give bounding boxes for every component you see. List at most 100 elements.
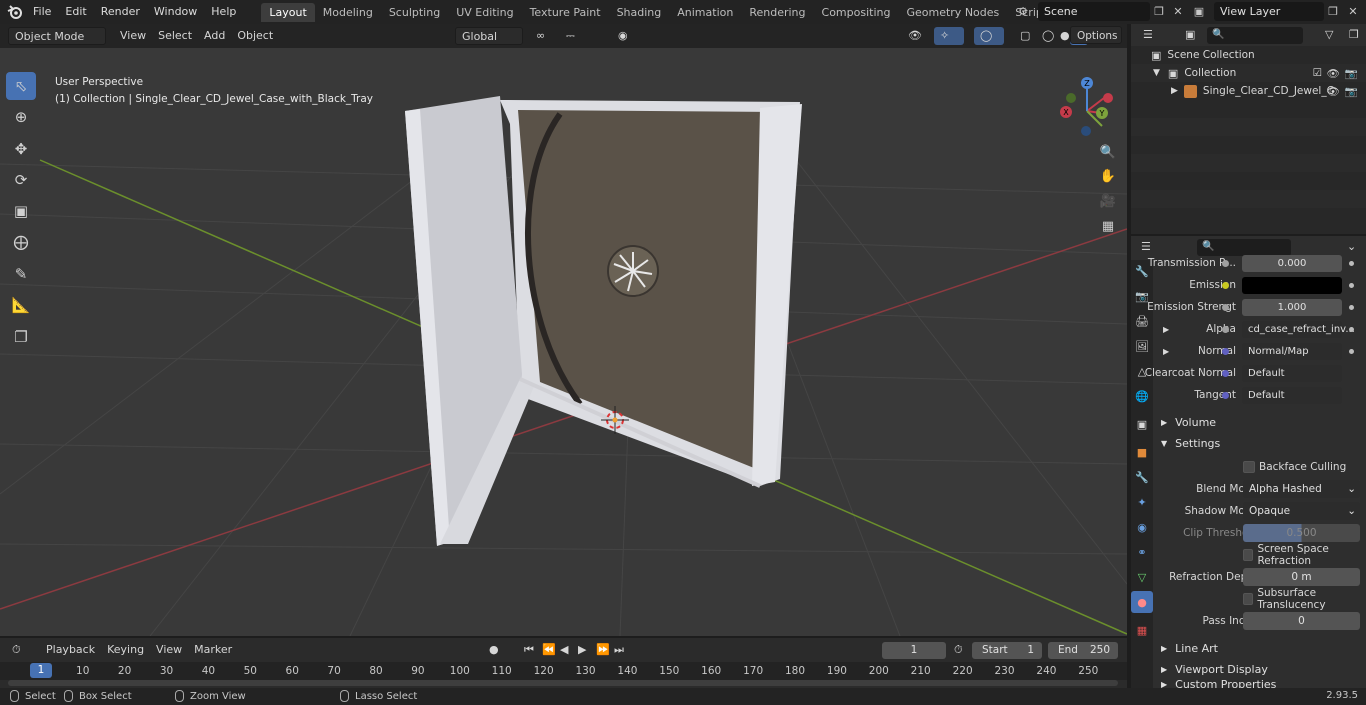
output-tab-icon[interactable]: 🖨 <box>1131 310 1153 332</box>
render-camera-icon[interactable]: 📷 <box>1345 67 1358 80</box>
tab-texture-paint[interactable]: Texture Paint <box>522 3 609 22</box>
cursor-tool-icon[interactable]: ⊕ <box>6 103 36 131</box>
scale-tool-icon[interactable]: ▣ <box>6 197 36 225</box>
texture-tab-icon[interactable]: ▦ <box>1131 619 1153 641</box>
menu-file[interactable]: File <box>26 2 58 22</box>
menu-keying[interactable]: Keying <box>101 641 150 659</box>
emission-color-field[interactable] <box>1242 276 1342 294</box>
screen-space-refraction-checkbox[interactable]: Screen Space Refraction <box>1243 543 1366 567</box>
material-tab-icon[interactable]: ● <box>1131 591 1153 613</box>
clearcoat-normal-field[interactable]: Default <box>1242 364 1342 382</box>
world-tab-icon[interactable]: 🌐 <box>1131 385 1153 407</box>
scene-selector-icon[interactable]: ⚙ <box>1014 3 1032 21</box>
section-settings[interactable]: ▼ Settings <box>1153 433 1366 453</box>
visibility-icon[interactable]: 👁 <box>902 27 928 45</box>
subsurface-translucency-checkbox[interactable]: Subsurface Translucency <box>1243 587 1366 611</box>
annotate-tool-icon[interactable]: ✎ <box>6 260 36 288</box>
menu-object[interactable]: Object <box>231 27 279 45</box>
delete-view-layer-icon[interactable]: ✕ <box>1344 3 1362 21</box>
transform-tool-icon[interactable]: ⨁ <box>6 228 36 256</box>
record-icon[interactable]: ● <box>483 641 513 659</box>
refraction-depth-field[interactable]: 0 m <box>1243 568 1360 586</box>
overlays-toggle-icon[interactable]: ◯ <box>974 27 1004 45</box>
socket-icon[interactable] <box>1222 391 1229 399</box>
socket-icon[interactable] <box>1222 281 1229 289</box>
backface-culling-checkbox[interactable]: Backface Culling <box>1243 461 1346 473</box>
pan-hand-icon[interactable]: ✋ <box>1097 165 1119 187</box>
tab-geometry-nodes[interactable]: Geometry Nodes <box>898 3 1007 22</box>
filter-icon[interactable]: ▽ <box>1319 26 1341 44</box>
proportional-edit-icon[interactable]: ◉ <box>612 27 652 45</box>
menu-select[interactable]: Select <box>152 27 198 45</box>
outliner-row-scene-collection[interactable]: ▣ Scene Collection <box>1131 46 1366 64</box>
new-scene-icon[interactable]: ❐ <box>1150 3 1168 21</box>
transmission-roughness-field[interactable]: 0.000 <box>1242 254 1342 272</box>
expand-chevron-icon[interactable]: ▼ <box>1153 68 1160 78</box>
perspective-toggle-icon[interactable]: ▦ <box>1097 215 1119 237</box>
section-line-art[interactable]: ▶ Line Art <box>1153 638 1366 658</box>
new-collection-icon[interactable]: ❐ <box>1343 26 1363 44</box>
menu-view[interactable]: View <box>114 27 152 45</box>
section-volume[interactable]: ▶ Volume <box>1153 412 1366 432</box>
tangent-field[interactable]: Default <box>1242 386 1342 404</box>
play-icon[interactable]: ▶ <box>576 641 592 659</box>
display-mode-icon[interactable]: ▣ <box>1179 26 1203 44</box>
expand-chevron-icon[interactable]: ▶ <box>1161 418 1167 427</box>
keyframe-dot-icon[interactable] <box>1349 304 1354 310</box>
visibility-eye-icon[interactable]: 👁 <box>1327 85 1340 98</box>
expand-chevron-icon[interactable]: ▶ <box>1171 86 1178 96</box>
exclude-checkbox-icon[interactable]: ☑ <box>1313 67 1322 79</box>
pivot-point-icon[interactable]: ∞ <box>530 27 554 45</box>
delete-scene-icon[interactable]: ✕ <box>1169 3 1187 21</box>
camera-view-icon[interactable]: 🎥 <box>1097 190 1119 212</box>
menu-window[interactable]: Window <box>147 2 204 22</box>
socket-icon[interactable] <box>1222 325 1229 333</box>
expand-chevron-icon[interactable]: ▶ <box>1163 347 1169 356</box>
start-frame-field[interactable]: Start 1 <box>972 642 1042 659</box>
select-box-tool-icon[interactable]: ⬁ <box>6 72 36 100</box>
normal-link-field[interactable]: Normal/Map <box>1242 342 1342 360</box>
outliner-row-collection[interactable]: ▼ ▣ Collection ☑ 👁 📷 <box>1131 64 1366 82</box>
view-layer-tab-icon[interactable]: 🖼 <box>1131 335 1153 357</box>
menu-marker[interactable]: Marker <box>188 641 238 659</box>
xray-icon[interactable]: ▢ <box>1014 27 1030 45</box>
expand-chevron-icon[interactable]: ▶ <box>1161 665 1167 674</box>
jump-keyframe-back-icon[interactable]: ⏪ <box>540 641 556 659</box>
outliner-search-input[interactable]: 🔍 <box>1207 27 1303 44</box>
new-view-layer-icon[interactable]: ❐ <box>1324 3 1342 21</box>
tab-uv-editing[interactable]: UV Editing <box>448 3 521 22</box>
editor-type-icon[interactable]: ⏱ <box>6 641 34 659</box>
menu-timeline-view[interactable]: View <box>150 641 188 659</box>
keyframe-dot-icon[interactable] <box>1349 260 1354 266</box>
menu-render[interactable]: Render <box>94 2 147 22</box>
current-frame-field[interactable]: 1 <box>882 642 946 659</box>
expand-chevron-icon[interactable]: ▶ <box>1161 680 1167 688</box>
play-reverse-icon[interactable]: ◀ <box>558 641 574 659</box>
tab-shading[interactable]: Shading <box>609 3 670 22</box>
particles-tab-icon[interactable]: ✦ <box>1131 491 1153 513</box>
preview-range-icon[interactable]: ⏱ <box>952 641 970 659</box>
menu-help[interactable]: Help <box>204 2 243 22</box>
socket-icon[interactable] <box>1222 369 1229 377</box>
tab-modeling[interactable]: Modeling <box>315 3 381 22</box>
blender-logo-icon[interactable] <box>4 1 26 23</box>
collapse-chevron-icon[interactable]: ▼ <box>1161 439 1167 448</box>
tab-sculpting[interactable]: Sculpting <box>381 3 448 22</box>
modifier-tab-icon[interactable]: 🔧 <box>1131 466 1153 488</box>
expand-chevron-icon[interactable]: ▶ <box>1163 325 1169 334</box>
clip-threshold-slider[interactable]: 0.500 <box>1243 524 1360 542</box>
view-layer-field[interactable]: View Layer <box>1214 2 1324 21</box>
mode-dropdown[interactable]: Object Mode <box>8 27 106 45</box>
section-custom-properties[interactable]: ▶ Custom Properties <box>1153 680 1366 688</box>
tab-rendering[interactable]: Rendering <box>741 3 813 22</box>
expand-chevron-icon[interactable]: ▶ <box>1161 644 1167 653</box>
socket-icon[interactable] <box>1222 347 1229 355</box>
measure-tool-icon[interactable]: 📐 <box>6 291 36 319</box>
move-tool-icon[interactable]: ✥ <box>6 135 36 163</box>
3d-viewport[interactable]: Object Mode View Select Add Object Globa… <box>0 24 1127 636</box>
socket-icon[interactable] <box>1222 303 1229 311</box>
snap-icon[interactable]: ⎓ <box>560 27 600 45</box>
jump-start-icon[interactable]: ⏮ <box>522 641 538 659</box>
tab-animation[interactable]: Animation <box>669 3 741 22</box>
visibility-eye-icon[interactable]: 👁 <box>1327 67 1340 80</box>
